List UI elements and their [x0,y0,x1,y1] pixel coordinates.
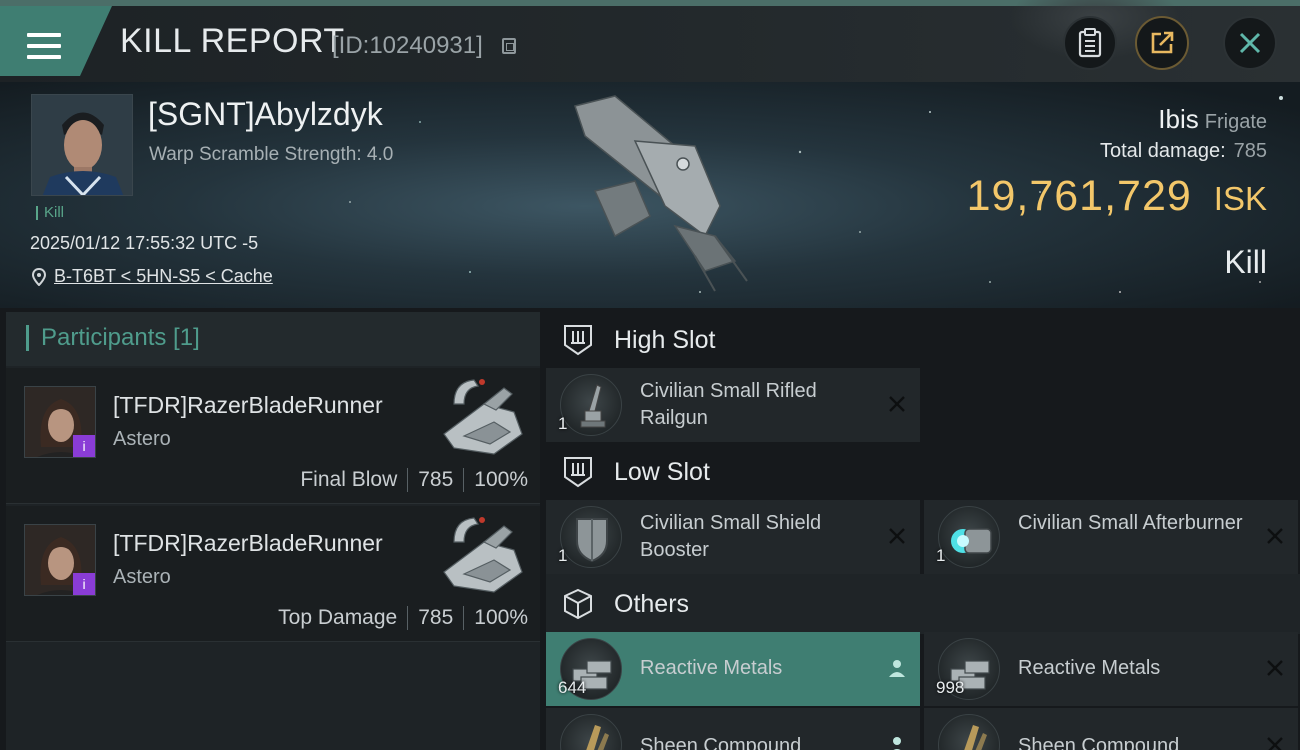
stat-divider [463,468,465,492]
participant-role: Final Blow [300,468,398,491]
item-name: Civilian Small Afterburner [1018,512,1243,534]
item-quantity: 1 [558,414,568,433]
sheen-compound-icon [938,714,1000,750]
participants-panel: Participants [1] i [TFDR]RazerBladeRunne… [6,312,540,750]
fitting-item[interactable]: 1 Civilian Small Rifled Railgun [546,368,920,442]
fitting-item[interactable]: Sheen Compound [546,708,920,750]
sheen-compound-icon [560,714,622,750]
item-name: Reactive Metals [640,657,783,679]
participant-percent: 100% [474,468,528,491]
participant-ship-icon [443,517,523,593]
report-id: [ID:10240931] [332,32,483,59]
fitting-item[interactable]: 1 Civilian Small Afterburner [924,500,1298,574]
total-damage: Total damage: 785 [1100,140,1267,163]
cargo-box-icon [564,588,592,620]
page-title: KILL REPORT [120,22,345,60]
item-name: Sheen Compound [1018,735,1180,750]
victim-portrait[interactable] [31,94,133,196]
fitting-item[interactable]: 644 Reactive Metals [546,632,920,706]
railgun-icon [560,374,622,436]
hamburger-icon [27,33,61,59]
others-label: Others [614,589,690,618]
isk-amount: 19,761,729 [966,172,1192,220]
high-slot-label: High Slot [614,325,716,354]
participant-damage: 785 [418,606,454,629]
high-slot-header: High Slot [546,310,1300,370]
low-slot-icon [564,457,592,488]
participant-row[interactable]: i [TFDR]RazerBladeRunner Astero Final Bl… [6,368,540,504]
isk-unit: ISK [1213,180,1267,217]
warp-scramble-strength: Warp Scramble Strength: 4.0 [149,144,394,165]
title-bar: KILL REPORT [ID:10240931] [0,0,1300,82]
close-icon[interactable] [886,525,908,547]
stat-divider [407,468,409,492]
item-quantity: 1 [936,546,946,565]
total-damage-label: Total damage: [1099,140,1226,162]
item-name: Civilian Small Rifled Railgun [640,380,817,429]
close-icon[interactable] [886,393,908,415]
victim-ship-type[interactable]: Ibis Frigate [1158,104,1267,135]
participants-title: Participants [1] [26,325,200,351]
participant-ship: Astero [113,428,171,450]
participant-row[interactable]: i [TFDR]RazerBladeRunner Astero Top Dama… [6,506,540,642]
victim-name[interactable]: [SGNT]Abylzdyk [148,96,383,133]
participant-role: Top Damage [278,606,398,629]
close-icon[interactable] [1264,734,1286,750]
kill-location[interactable]: B-T6BT < 5HN-S5 < Cache [32,266,273,287]
close-button[interactable] [1223,16,1277,70]
participants-header: Participants [1] [6,312,540,366]
ship-name: Ibis [1158,104,1199,134]
participant-ship: Astero [113,566,171,588]
share-icon [1151,31,1174,54]
others-header: Others [546,574,1300,634]
victim-ship-render [574,95,748,292]
victim-banner: [SGNT]Abylzdyk Warp Scramble Strength: 4… [0,82,1300,308]
participant-ship-icon [443,379,523,455]
close-icon[interactable] [1264,525,1286,547]
participant-name: [TFDR]RazerBladeRunner [113,530,383,556]
item-name: Civilian Small Shield Booster [640,512,822,561]
high-slot-icon [564,325,592,356]
clipboard-icon [1078,28,1102,58]
shield-booster-icon [560,506,622,568]
fitting-item[interactable]: 998 Reactive Metals [924,632,1298,706]
afterburner-icon [938,506,1000,568]
result-label: Kill [1224,244,1267,280]
copy-icon[interactable] [502,38,516,54]
person-icon[interactable] [886,734,908,750]
item-name: Sheen Compound [640,735,802,750]
location-link[interactable]: B-T6BT < 5HN-S5 < Cache [54,266,273,287]
item-quantity: 1 [558,546,568,565]
kill-datetime: 2025/01/12 17:55:32 UTC -5 [30,233,259,253]
stat-divider [407,606,409,630]
low-slot-header: Low Slot [546,442,1300,502]
ship-class: Frigate [1204,111,1267,133]
fitting-item[interactable]: 1 Civilian Small Shield Booster [546,500,920,574]
kill-tag: Kill [36,205,64,220]
item-quantity: 998 [936,678,965,697]
low-slot-label: Low Slot [614,457,710,486]
participant-damage: 785 [418,468,454,491]
isk-value: 19,761,729 ISK [967,172,1267,221]
participant-stats: Top Damage 785 100% [278,606,528,630]
item-name: Reactive Metals [1018,657,1161,679]
item-quantity: 644 [558,678,587,697]
clipboard-button[interactable] [1063,16,1117,70]
info-badge-icon[interactable]: i [73,435,95,457]
person-icon[interactable] [886,657,908,679]
close-icon[interactable] [1264,657,1286,679]
info-badge-icon[interactable]: i [73,573,95,595]
stat-divider [463,606,465,630]
fitting-item[interactable]: Sheen Compound [924,708,1298,750]
victim-avatar [32,95,132,195]
close-icon [1239,32,1261,54]
participant-name: [TFDR]RazerBladeRunner [113,392,383,418]
menu-button[interactable] [0,6,112,76]
participant-stats: Final Blow 785 100% [300,468,528,492]
participant-percent: 100% [474,606,528,629]
location-pin-icon [32,267,46,286]
share-button[interactable] [1135,16,1189,70]
total-damage-value: 785 [1233,140,1267,162]
